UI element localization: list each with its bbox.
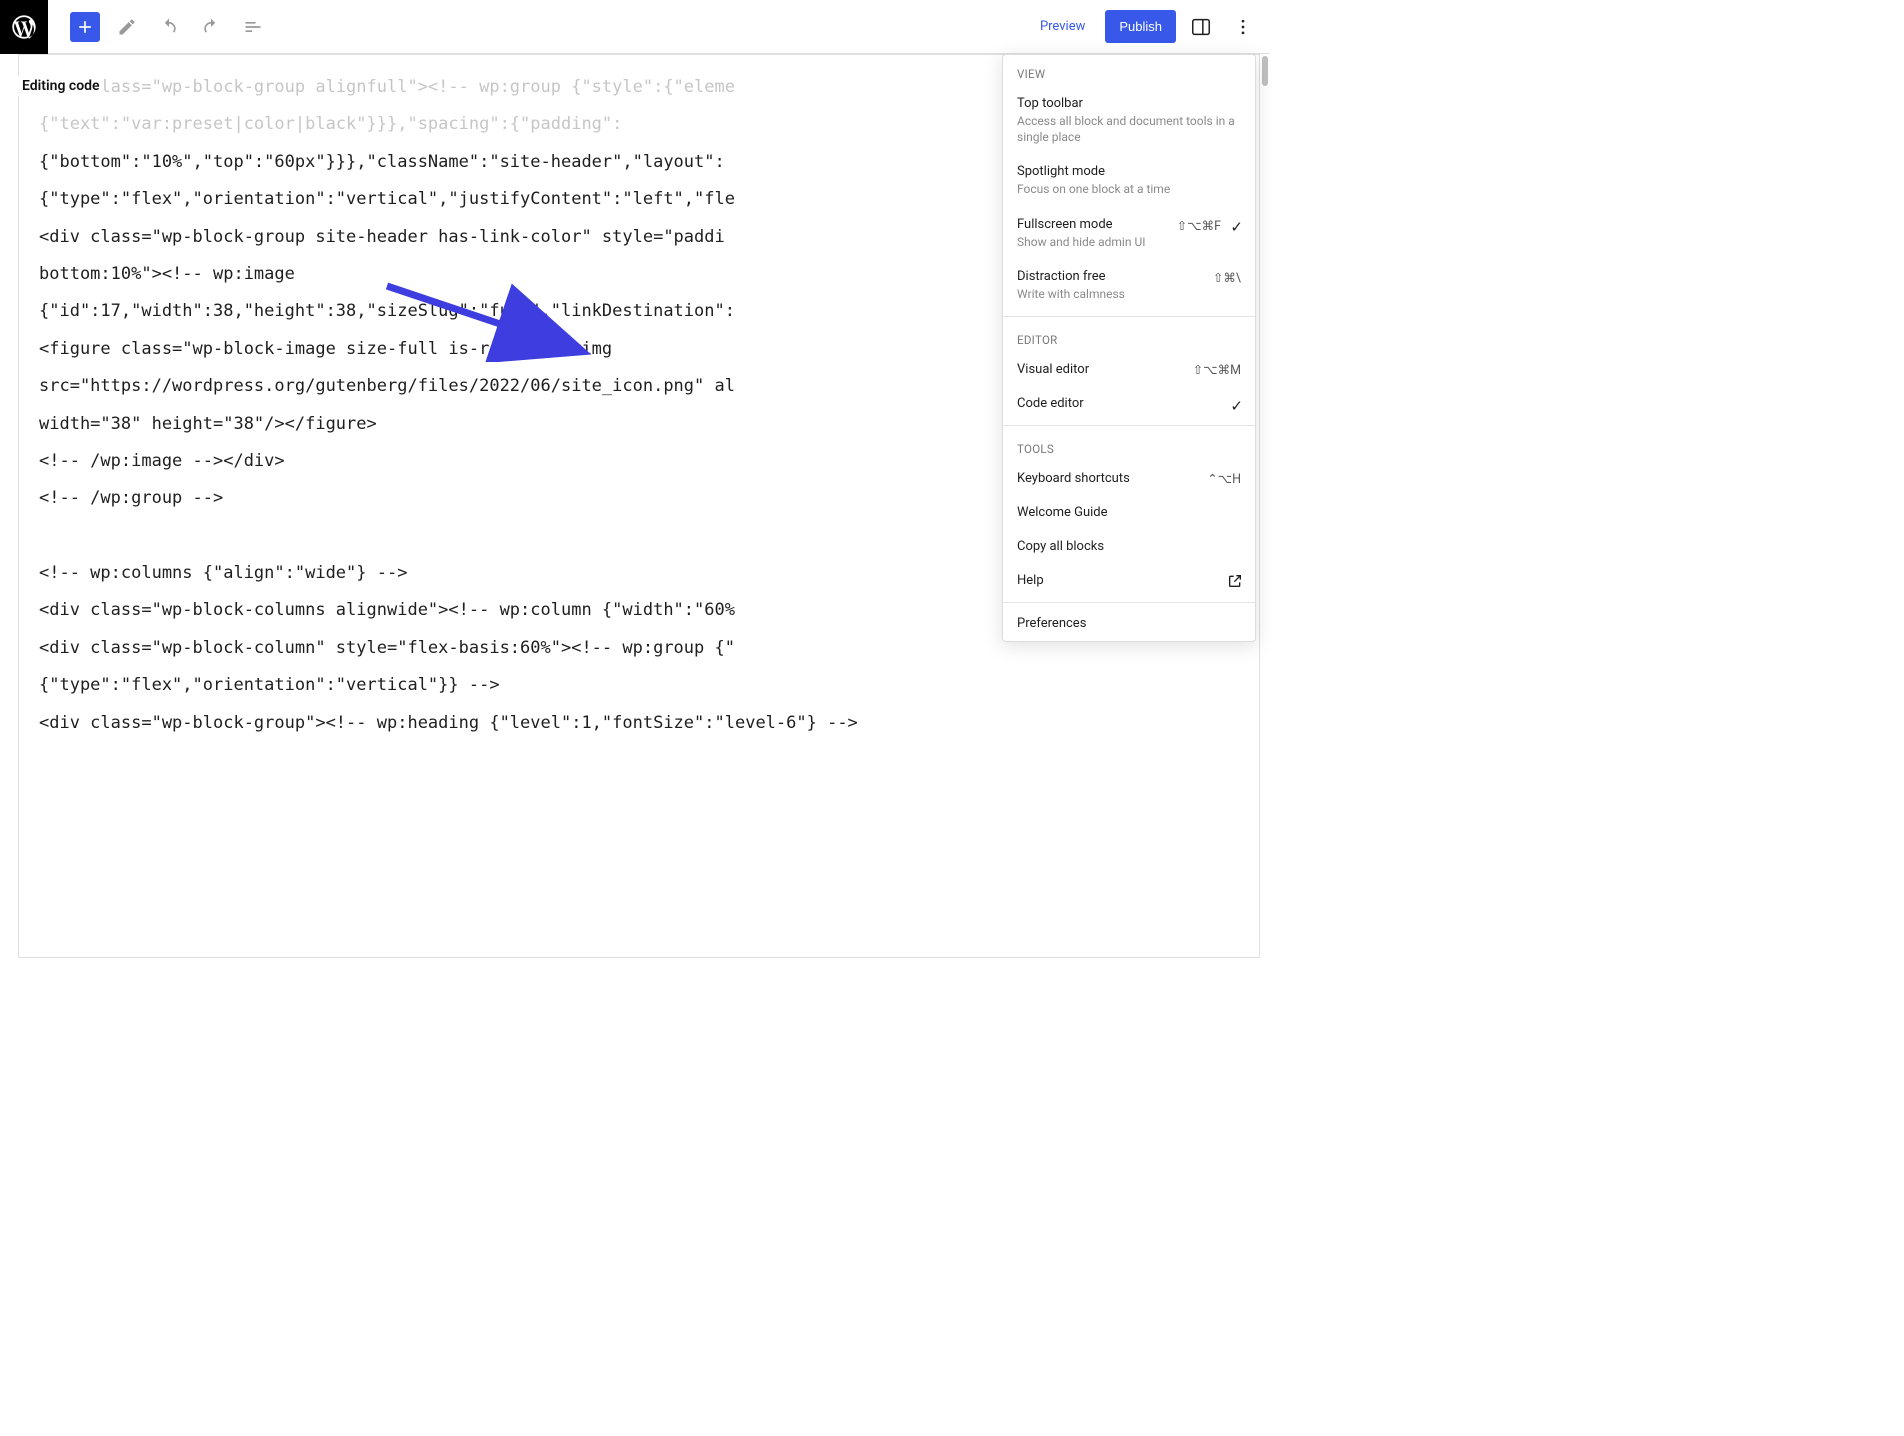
menu-item-distraction-free[interactable]: Distraction free Write with calmness ⇧⌘\ xyxy=(1003,260,1255,312)
external-link-icon xyxy=(1227,573,1243,593)
menu-item-shortcut: ⇧⌘\ xyxy=(1213,270,1241,286)
menu-item-spotlight[interactable]: Spotlight mode Focus on one block at a t… xyxy=(1003,155,1255,207)
menu-section-tools: TOOLS xyxy=(1003,430,1255,462)
menu-item-title: Spotlight mode xyxy=(1017,164,1241,179)
menu-item-top-toolbar[interactable]: Top toolbar Access all block and documen… xyxy=(1003,87,1255,155)
wordpress-logo[interactable] xyxy=(0,0,48,54)
menu-item-fullscreen[interactable]: Fullscreen mode Show and hide admin UI ⇧… xyxy=(1003,208,1255,260)
undo-icon xyxy=(159,17,179,37)
menu-item-desc: Focus on one block at a time xyxy=(1017,181,1241,197)
menu-item-title: Welcome Guide xyxy=(1017,505,1241,520)
undo-button[interactable] xyxy=(154,12,184,42)
preview-button[interactable]: Preview xyxy=(1028,11,1097,42)
menu-item-title: Help xyxy=(1017,573,1241,588)
menu-item-shortcut: ⇧⌥⌘M xyxy=(1193,362,1241,378)
editor-topbar: Preview Publish xyxy=(0,0,1270,54)
menu-item-title: Preferences xyxy=(1017,616,1241,631)
menu-item-title: Top toolbar xyxy=(1017,96,1241,111)
options-menu: VIEW Top toolbar Access all block and do… xyxy=(1002,54,1256,642)
menu-divider xyxy=(1003,316,1255,317)
wordpress-icon xyxy=(10,13,38,41)
plus-icon xyxy=(75,17,95,37)
menu-item-desc: Access all block and document tools in a… xyxy=(1017,113,1241,145)
redo-icon xyxy=(201,17,221,37)
options-button[interactable] xyxy=(1226,10,1260,44)
check-icon: ✓ xyxy=(1230,397,1243,415)
publish-button[interactable]: Publish xyxy=(1105,10,1176,43)
edit-mode-button[interactable] xyxy=(112,12,142,42)
code-body-text: {"bottom":"10%","top":"60px"}}},"classNa… xyxy=(39,152,858,733)
list-icon xyxy=(243,17,263,37)
menu-item-title: Distraction free xyxy=(1017,269,1241,284)
document-overview-button[interactable] xyxy=(238,12,268,42)
menu-item-code-editor[interactable]: Code editor ✓ xyxy=(1003,387,1255,421)
add-block-button[interactable] xyxy=(70,12,100,42)
pencil-icon xyxy=(117,17,137,37)
menu-item-desc: Show and hide admin UI xyxy=(1017,234,1241,250)
code-faded-text: <div class="wp-block-group alignfull"><!… xyxy=(39,77,735,134)
menu-divider xyxy=(1003,425,1255,426)
menu-item-copy-all-blocks[interactable]: Copy all blocks xyxy=(1003,530,1255,564)
menu-item-desc: Write with calmness xyxy=(1017,286,1241,302)
menu-item-title: Code editor xyxy=(1017,396,1241,411)
toolbar-right: Preview Publish xyxy=(1028,10,1270,44)
menu-section-view: VIEW xyxy=(1003,55,1255,87)
settings-panel-button[interactable] xyxy=(1184,10,1218,44)
menu-item-title: Copy all blocks xyxy=(1017,539,1241,554)
toolbar-left xyxy=(48,12,268,42)
menu-item-welcome-guide[interactable]: Welcome Guide xyxy=(1003,496,1255,530)
menu-item-help[interactable]: Help xyxy=(1003,564,1255,598)
menu-item-preferences[interactable]: Preferences xyxy=(1003,607,1255,641)
menu-item-shortcut: ⇧⌥⌘F xyxy=(1177,218,1221,234)
menu-divider xyxy=(1003,602,1255,603)
menu-item-shortcut: ⌃⌥H xyxy=(1207,471,1241,487)
editing-code-label: Editing code xyxy=(18,76,104,96)
sidebar-panel-icon xyxy=(1190,16,1212,38)
redo-button[interactable] xyxy=(196,12,226,42)
scrollbar-thumb[interactable] xyxy=(1262,56,1268,86)
kebab-icon xyxy=(1233,17,1253,37)
menu-item-keyboard-shortcuts[interactable]: Keyboard shortcuts ⌃⌥H xyxy=(1003,462,1255,496)
menu-section-editor: EDITOR xyxy=(1003,321,1255,353)
menu-item-visual-editor[interactable]: Visual editor ⇧⌥⌘M xyxy=(1003,353,1255,387)
check-icon: ✓ xyxy=(1230,218,1243,236)
